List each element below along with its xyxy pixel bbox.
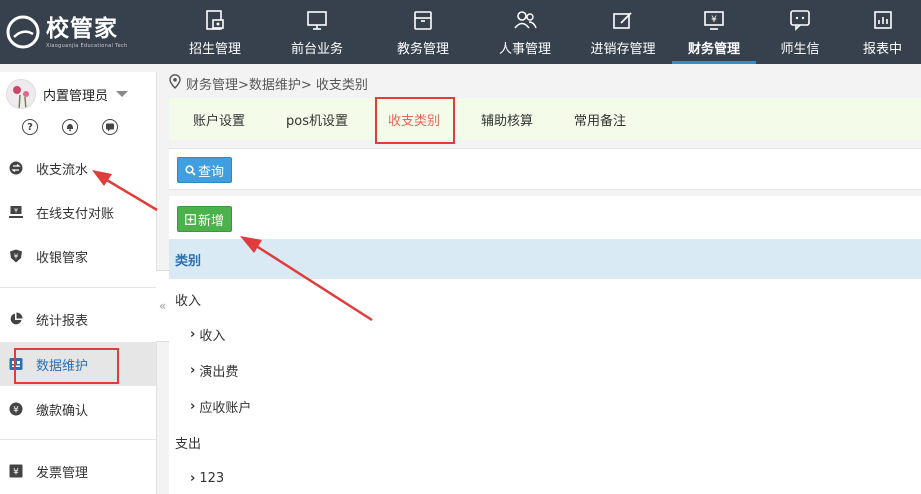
tree-item-row[interactable]: › 123 xyxy=(169,460,921,494)
quick-actions: ? xyxy=(0,116,156,138)
tab-common-notes[interactable]: 常用备注 xyxy=(574,98,626,140)
shield-icon: ¥ xyxy=(9,249,23,263)
tree-row-label: 收入 xyxy=(175,293,202,309)
sidebar: 内置管理员 ? 收支流水 ¥ 在线支付对账 ¥ 收银管家 统计报表 数据维护 ¥… xyxy=(0,72,157,494)
chat-icon[interactable] xyxy=(102,119,118,135)
sidebar-item-label: 收支流水 xyxy=(36,162,89,178)
sidebar-item-label: 发票管理 xyxy=(36,465,89,481)
people-icon xyxy=(511,7,539,33)
tree-row-label: 123 xyxy=(199,470,225,486)
nav-label: 报表中 xyxy=(862,42,902,57)
help-icon[interactable]: ? xyxy=(22,119,38,135)
sub-tabs: 账户设置 pos机设置 收支类别 辅助核算 常用备注 xyxy=(169,98,921,140)
divider xyxy=(0,287,156,288)
sidebar-item-cashier[interactable]: ¥ 收银管家 xyxy=(0,234,156,278)
user-name: 内置管理员 xyxy=(43,88,109,104)
sidebar-item-online-payment[interactable]: ¥ 在线支付对账 xyxy=(0,190,156,234)
tree-item-row[interactable]: › 演出费 xyxy=(169,352,921,388)
nav-label: 人事管理 xyxy=(498,42,551,57)
add-button[interactable]: 新增 xyxy=(177,206,233,232)
svg-text:¥: ¥ xyxy=(14,208,18,215)
tree-row-label: 支出 xyxy=(175,436,202,452)
tree-row-label: 应收账户 xyxy=(199,400,252,416)
nav-label: 教务管理 xyxy=(396,42,449,57)
app-logo[interactable]: 校管家 Xiaoguanjia Educational Tech xyxy=(0,0,166,64)
nav-item-hr[interactable]: 人事管理 xyxy=(476,0,574,64)
finance-icon: ¥ xyxy=(700,7,728,33)
logo-title: 校管家 xyxy=(46,15,118,42)
sidebar-item-label: 缴款确认 xyxy=(36,403,89,419)
monitor-icon xyxy=(303,7,331,33)
top-navigation-bar: 校管家 Xiaoguanjia Educational Tech 招生管理 前台… xyxy=(0,0,921,64)
pay-icon: ¥ xyxy=(9,205,23,219)
nav-label: 财务管理 xyxy=(687,42,740,57)
breadcrumb: 财务管理>数据维护> 收支类别 xyxy=(169,72,368,94)
tab-pos-settings[interactable]: pos机设置 xyxy=(286,98,348,140)
sidebar-item-cash-flow[interactable]: 收支流水 xyxy=(0,146,156,190)
add-icon xyxy=(185,213,196,225)
sidebar-item-payment-confirm[interactable]: ¥ 缴款确认 xyxy=(0,387,156,431)
nav-item-messages[interactable]: 师生信 xyxy=(756,0,844,64)
logo-mark-icon xyxy=(6,15,40,49)
breadcrumb-text: 财务管理>数据维护> 收支类别 xyxy=(186,77,368,93)
sidebar-item-label: 统计报表 xyxy=(36,313,89,329)
pie-chart-icon xyxy=(9,312,23,326)
svg-text:¥: ¥ xyxy=(13,406,19,416)
edit-icon xyxy=(609,7,637,33)
message-icon xyxy=(786,7,814,33)
enrollment-icon xyxy=(201,7,229,33)
nav-item-reports[interactable]: 报表中 xyxy=(844,0,921,64)
tab-account-settings[interactable]: 账户设置 xyxy=(193,98,245,140)
chevron-right-icon[interactable]: › xyxy=(190,327,195,342)
query-button-label: 查询 xyxy=(198,164,225,180)
nav-label: 师生信 xyxy=(780,42,820,57)
nav-item-inventory[interactable]: 进销存管理 xyxy=(574,0,672,64)
nav-item-finance[interactable]: ¥ 财务管理 xyxy=(672,0,756,64)
folder-icon xyxy=(409,7,437,33)
tree-row-label: 演出费 xyxy=(199,364,239,380)
chevron-right-icon[interactable]: › xyxy=(190,399,195,414)
tab-auxiliary-accounting[interactable]: 辅助核算 xyxy=(481,98,533,140)
nav-item-academic[interactable]: 教务管理 xyxy=(370,0,476,64)
main-nav: 招生管理 前台业务 教务管理 人事管理 进销存管理 ¥ 财务管理 师生信 报表中 xyxy=(166,0,921,64)
nav-label: 前台业务 xyxy=(290,42,343,57)
avatar xyxy=(6,79,36,109)
column-header-category: 类别 xyxy=(169,239,921,279)
user-menu[interactable]: 内置管理员 xyxy=(0,72,156,116)
collapse-sidebar-icon[interactable]: « xyxy=(156,270,170,342)
add-button-label: 新增 xyxy=(198,213,225,229)
annotation-highlight-sidebar xyxy=(14,348,119,384)
payment-icon: ¥ xyxy=(9,402,23,416)
svg-text:¥: ¥ xyxy=(711,15,717,25)
divider xyxy=(0,439,156,440)
invoice-icon: ¥ xyxy=(9,464,23,478)
svg-text:¥: ¥ xyxy=(13,468,19,478)
tree-row-label: 收入 xyxy=(199,328,226,344)
tree-item-row[interactable]: › 应收账户 xyxy=(169,388,921,424)
query-panel xyxy=(169,148,921,190)
chevron-right-icon[interactable]: › xyxy=(190,471,195,486)
chevron-right-icon[interactable]: › xyxy=(190,363,195,378)
report-icon xyxy=(869,7,897,33)
query-button[interactable]: 查询 xyxy=(177,157,233,183)
nav-item-front-desk[interactable]: 前台业务 xyxy=(264,0,370,64)
location-pin-icon xyxy=(169,73,181,93)
sidebar-item-statistics[interactable]: 统计报表 xyxy=(0,297,156,341)
tree-group-row[interactable]: 收入 xyxy=(169,281,921,317)
chevron-down-icon[interactable] xyxy=(116,91,129,97)
search-icon xyxy=(185,164,196,176)
sidebar-item-invoice[interactable]: ¥ 发票管理 xyxy=(0,449,156,493)
annotation-highlight-tab xyxy=(375,97,455,144)
nav-label: 进销存管理 xyxy=(590,42,656,57)
svg-text:¥: ¥ xyxy=(14,253,19,261)
tree-item-row[interactable]: › 收入 xyxy=(169,316,921,352)
transfer-icon xyxy=(9,161,23,175)
nav-label: 招生管理 xyxy=(188,42,241,57)
logo-subtitle: Xiaoguanjia Educational Tech xyxy=(46,42,128,49)
sidebar-item-label: 在线支付对账 xyxy=(36,206,115,222)
nav-item-enrollment[interactable]: 招生管理 xyxy=(166,0,264,64)
tree-group-row[interactable]: 支出 xyxy=(169,424,921,460)
sidebar-item-label: 收银管家 xyxy=(36,250,89,266)
bell-icon[interactable] xyxy=(62,119,78,135)
